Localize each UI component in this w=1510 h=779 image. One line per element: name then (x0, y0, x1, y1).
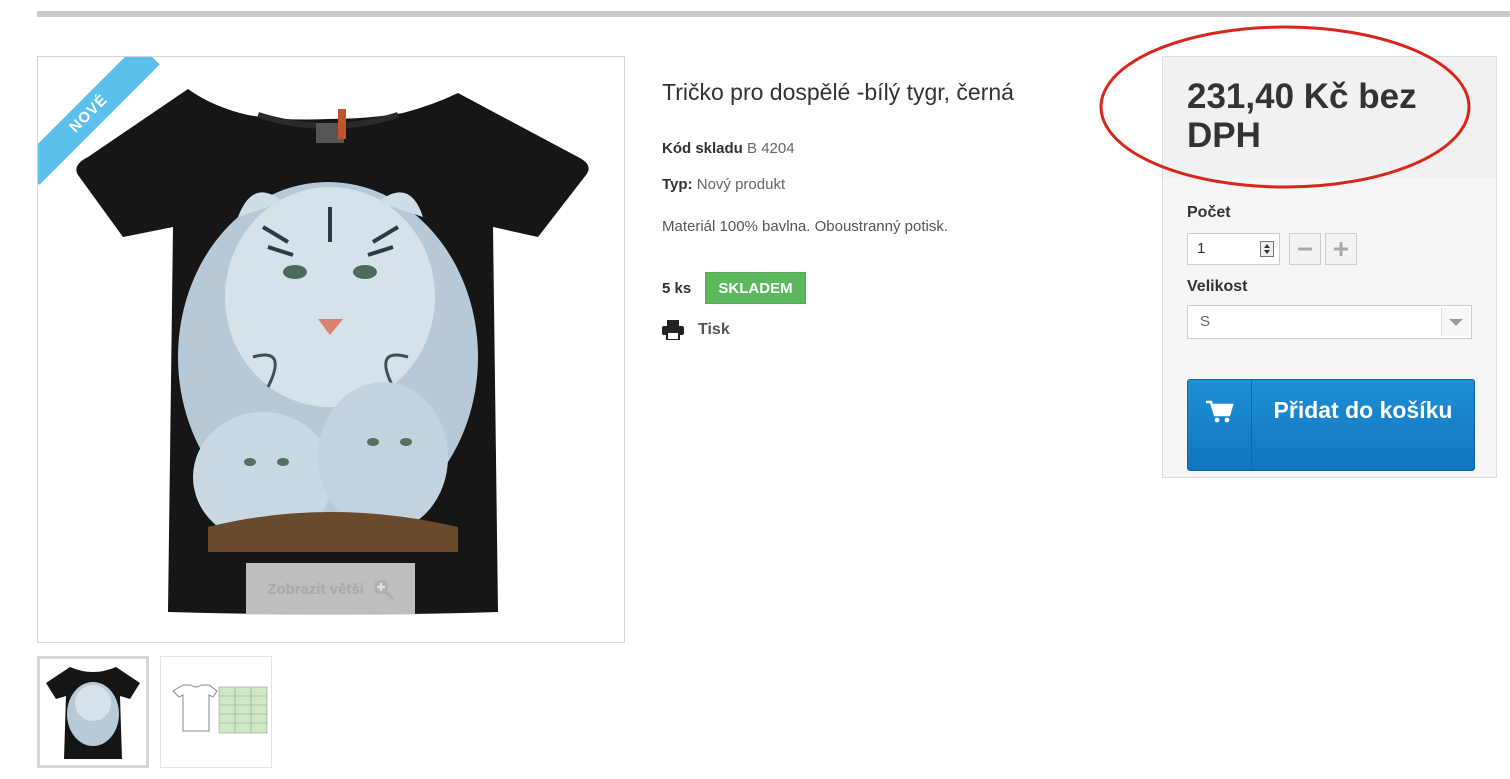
stock-status-badge: SKLADEM (705, 272, 806, 304)
minus-icon (1298, 247, 1312, 251)
product-title: Tričko pro dospělé -bílý tygr, černá (662, 79, 1014, 105)
product-main-image[interactable]: NOVÉ Zobrazit větší (37, 56, 625, 643)
plus-icon (1334, 242, 1348, 256)
cart-button-divider (1251, 380, 1252, 470)
increase-quantity-button[interactable] (1325, 233, 1357, 265)
product-description: Materiál 100% bavlna. Oboustranný potisk… (662, 218, 948, 235)
add-to-cart-label: Přidat do košíku (1273, 397, 1453, 423)
sku-line: Kód skladu B 4204 (662, 140, 795, 157)
print-link[interactable]: Tisk (662, 320, 730, 340)
add-to-cart-button[interactable]: Přidat do košíku (1187, 379, 1475, 471)
tshirt-image (76, 89, 589, 615)
sku-label: Kód skladu (662, 140, 743, 157)
zoom-label: Zobrazit větší (267, 580, 364, 598)
buy-box: 231,40 Kč bez DPH Počet 1 Velikost S Při… (1162, 56, 1497, 478)
zoom-in-icon (373, 579, 394, 600)
chevron-down-icon (1441, 308, 1469, 336)
size-value: S (1200, 313, 1211, 330)
type-line: Typ: Nový produkt (662, 176, 785, 193)
type-value: Nový produkt (696, 176, 786, 193)
quantity-input[interactable]: 1 (1187, 233, 1280, 265)
size-chart-image (172, 684, 268, 734)
quantity-label: Počet (1187, 204, 1231, 221)
quantity-spinner[interactable] (1260, 241, 1274, 257)
thumbnail-shirt[interactable] (37, 656, 149, 768)
size-label: Velikost (1187, 278, 1248, 295)
zoom-button[interactable]: Zobrazit větší (246, 563, 415, 615)
type-label: Typ: (662, 176, 693, 193)
sku-value: B 4204 (747, 140, 795, 157)
price-area: 231,40 Kč bez DPH (1163, 57, 1496, 178)
print-label: Tisk (698, 321, 730, 338)
price: 231,40 Kč bez DPH (1187, 77, 1417, 155)
thumbnail-size-chart[interactable] (160, 656, 272, 768)
size-select[interactable]: S (1187, 305, 1472, 339)
cart-icon (1206, 400, 1234, 423)
quantity-value: 1 (1197, 240, 1206, 257)
decrease-quantity-button[interactable] (1289, 233, 1321, 265)
thumbnail-shirt-image (46, 667, 140, 759)
top-divider (37, 11, 1510, 17)
stock-quantity: 5 ks (662, 280, 692, 297)
printer-icon (662, 320, 684, 340)
